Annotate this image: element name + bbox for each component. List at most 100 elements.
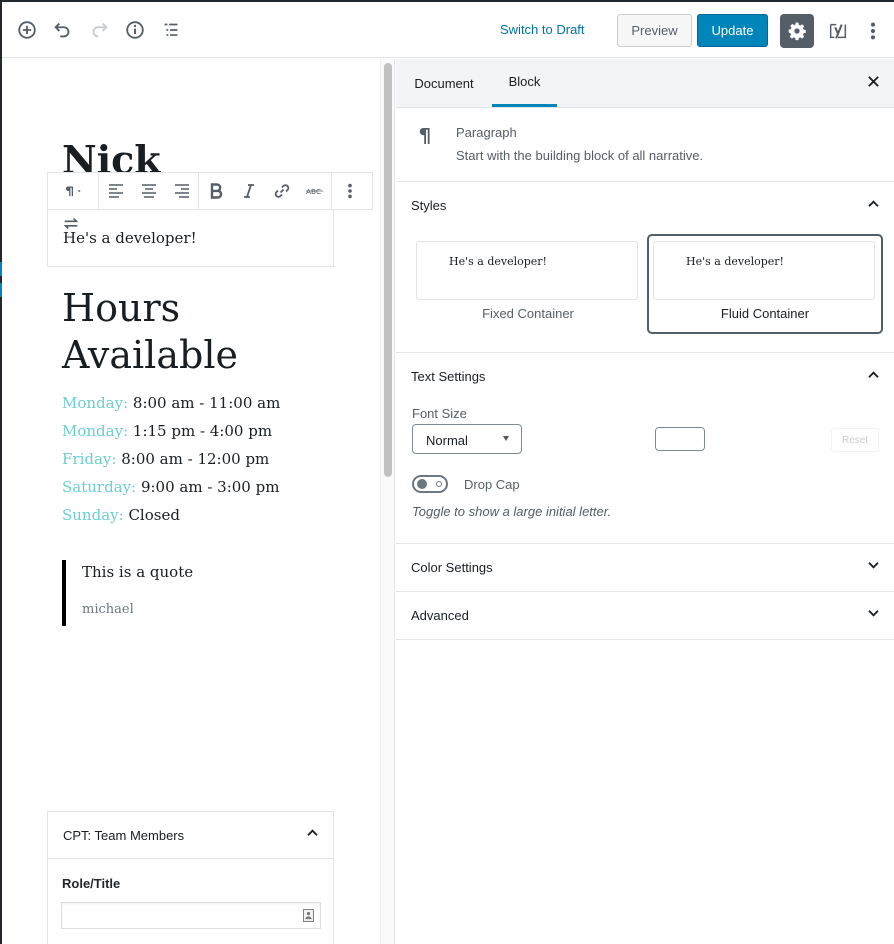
- style-option-fixed-container[interactable]: He's a developer! Fixed Container: [412, 236, 644, 332]
- plus-circle-icon: [18, 21, 36, 39]
- block-toolbar: ABC: [47, 172, 373, 210]
- italic-icon: [243, 184, 254, 198]
- strikethrough-button[interactable]: ABC: [298, 173, 331, 209]
- color-settings-panel: Color Settings: [396, 544, 894, 592]
- vertical-ellipsis-icon: [348, 183, 352, 199]
- quote-text[interactable]: This is a quote: [82, 563, 193, 581]
- chevron-down-icon: [868, 610, 879, 617]
- font-size-reset-button[interactable]: Reset: [831, 428, 879, 452]
- styles-panel: Styles He's a developer! Fixed Container…: [396, 182, 894, 353]
- block-navigation-button[interactable]: [155, 14, 187, 46]
- quote-block[interactable]: This is a quote michael: [62, 560, 193, 626]
- team-members-metabox: CPT: Team Members Role/Title: [47, 811, 334, 944]
- text-settings-panel-body: Font Size Normal Reset Drop Cap Toggle t…: [396, 400, 894, 543]
- hours-time: 8:00 am - 11:00 am: [132, 394, 281, 412]
- paragraph-icon: [419, 128, 430, 144]
- hours-row: Saturday: 9:00 am - 3:00 pm: [62, 473, 280, 501]
- styles-panel-toggle[interactable]: Styles: [396, 182, 894, 229]
- dropdown-arrow-icon: [503, 436, 509, 441]
- role-title-label: Role/Title: [62, 876, 121, 891]
- chevron-up-icon[interactable]: [306, 828, 319, 837]
- hours-list: Monday: 8:00 am - 11:00 am Monday: 1:15 …: [62, 389, 280, 529]
- style-preview: He's a developer!: [653, 241, 875, 300]
- hours-day: Friday:: [62, 450, 117, 468]
- hours-day: Monday:: [62, 394, 129, 412]
- drop-cap-help: Toggle to show a large initial letter.: [412, 504, 612, 519]
- undo-button[interactable]: [47, 14, 79, 46]
- custom-font-size-input[interactable]: [655, 427, 705, 451]
- editor-header: Switch to Draft Preview Update: [2, 2, 894, 58]
- alignment-group: [99, 173, 199, 209]
- more-options-button[interactable]: [332, 173, 368, 209]
- color-settings-panel-toggle[interactable]: Color Settings: [396, 544, 894, 591]
- strikethrough-icon: ABC: [305, 187, 323, 196]
- block-switcher-button[interactable]: [48, 173, 98, 209]
- list-icon: [164, 23, 178, 36]
- tab-block[interactable]: Block: [492, 59, 557, 107]
- yoast-seo-button[interactable]: [824, 16, 852, 46]
- bold-button[interactable]: [199, 173, 232, 209]
- block-card-description: Start with the building block of all nar…: [456, 148, 704, 163]
- editor-scrollbar[interactable]: [380, 59, 395, 944]
- toggle-off-indicator: [436, 481, 442, 487]
- editor-canvas: Nick ABC He's a developer! Hours Availab…: [2, 59, 380, 944]
- update-button[interactable]: Update: [697, 14, 768, 47]
- font-size-select-value: Normal: [426, 433, 468, 448]
- font-size-select[interactable]: Normal: [412, 424, 522, 454]
- quote-citation[interactable]: michael: [82, 602, 193, 617]
- align-left-button[interactable]: [99, 173, 132, 209]
- advanced-panel-toggle[interactable]: Advanced: [396, 592, 894, 639]
- align-right-button[interactable]: [165, 173, 198, 209]
- hours-day: Sunday:: [62, 506, 124, 524]
- align-center-icon: [141, 184, 156, 198]
- gear-icon: [788, 22, 806, 41]
- switch-to-draft-link[interactable]: Switch to Draft: [500, 22, 585, 37]
- chevron-up-icon: [868, 371, 879, 378]
- bold-icon: [210, 183, 222, 199]
- metabox-header[interactable]: CPT: Team Members: [48, 812, 333, 859]
- chevron-down-icon: [868, 562, 879, 569]
- align-center-button[interactable]: [132, 173, 165, 209]
- paragraph-block[interactable]: He's a developer!: [47, 209, 334, 267]
- metabox-title: CPT: Team Members: [63, 828, 185, 843]
- align-right-icon: [174, 184, 189, 198]
- hours-row: Friday: 8:00 am - 12:00 pm: [62, 445, 280, 473]
- advanced-panel: Advanced: [396, 592, 894, 640]
- paragraph-text[interactable]: He's a developer!: [63, 229, 197, 247]
- scrollbar-thumb[interactable]: [384, 63, 392, 477]
- style-option-label: Fixed Container: [482, 306, 574, 321]
- hours-time: 9:00 am - 3:00 pm: [140, 478, 280, 496]
- redo-icon: [92, 22, 108, 38]
- close-icon[interactable]: [867, 75, 880, 88]
- text-settings-panel-toggle[interactable]: Text Settings: [396, 353, 894, 400]
- hours-time: Closed: [128, 506, 180, 524]
- drop-cap-toggle[interactable]: [412, 475, 448, 493]
- italic-button[interactable]: [232, 173, 265, 209]
- tab-document[interactable]: Document: [396, 59, 492, 107]
- info-icon: [126, 21, 144, 39]
- more-options-group: [332, 173, 368, 209]
- style-option-fluid-container[interactable]: He's a developer! Fluid Container: [649, 236, 881, 332]
- link-button[interactable]: [265, 173, 298, 209]
- contact-card-icon: [303, 909, 314, 922]
- hours-row: Monday: 1:15 pm - 4:00 pm: [62, 417, 280, 445]
- add-block-button[interactable]: [11, 14, 43, 46]
- role-title-input[interactable]: [61, 902, 321, 929]
- hours-day: Saturday:: [62, 478, 137, 496]
- vertical-ellipsis-icon: [870, 22, 876, 40]
- hours-heading[interactable]: Hours Available: [62, 285, 362, 379]
- sidebar-tabs: Document Block: [396, 59, 894, 108]
- paragraph-icon: [65, 186, 81, 197]
- text-settings-panel: Text Settings Font Size Normal Reset Dro…: [396, 353, 894, 544]
- yoast-icon: [829, 23, 847, 39]
- info-button[interactable]: [119, 14, 151, 46]
- preview-button[interactable]: Preview: [617, 14, 692, 47]
- settings-toggle-button[interactable]: [780, 14, 814, 48]
- hours-time: 1:15 pm - 4:00 pm: [132, 422, 273, 440]
- chevron-up-icon: [868, 200, 879, 207]
- redo-button[interactable]: [83, 14, 115, 46]
- undo-icon: [54, 22, 70, 38]
- link-icon: [274, 184, 289, 198]
- more-menu-button[interactable]: [862, 16, 884, 46]
- style-preview-text: He's a developer!: [686, 255, 784, 268]
